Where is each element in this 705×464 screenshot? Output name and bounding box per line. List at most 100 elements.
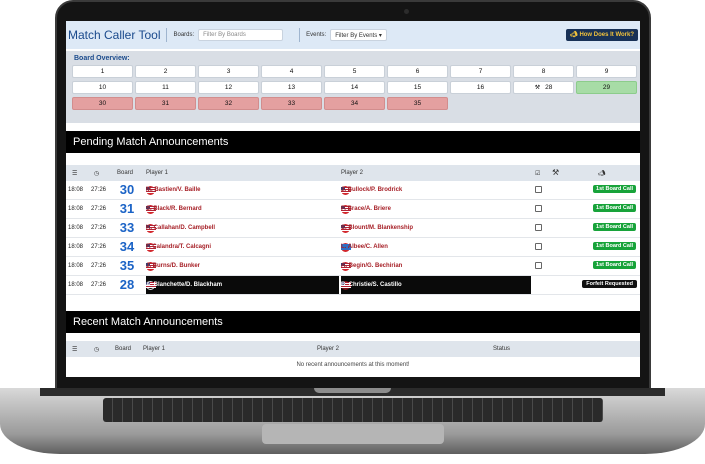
- player1-cell: ✕S. Black/R. Bernard: [146, 200, 339, 218]
- board-number: 5: [352, 68, 357, 75]
- board-cell[interactable]: 34: [324, 97, 385, 110]
- time-cell: 18:08: [68, 244, 84, 250]
- board-number: 9: [604, 68, 609, 75]
- clock-icon: ◷: [94, 347, 100, 353]
- board-cell[interactable]: 33: [261, 97, 322, 110]
- board-cell[interactable]: 1: [72, 65, 133, 78]
- player1-name[interactable]: S. Black/R. Bernard: [146, 206, 202, 212]
- laptop-mockup: Match Caller Tool Boards: Filter By Boar…: [0, 0, 705, 464]
- player1-name[interactable]: M. Bastien/V. Baille: [146, 187, 200, 193]
- hammer-icon: ⚒: [552, 168, 560, 177]
- trackpad: [262, 424, 444, 444]
- board-cell[interactable]: 7: [450, 65, 511, 78]
- board-number: 34: [119, 239, 135, 254]
- board-cell[interactable]: 4: [261, 65, 322, 78]
- board-cell[interactable]: 6: [387, 65, 448, 78]
- board-cell[interactable]: 11: [135, 81, 196, 94]
- player1-cell: ✕J. Burns/D. Bunker: [146, 257, 339, 275]
- empty-message: No recent announcements at this moment!: [296, 362, 410, 368]
- board-call-button[interactable]: 1st Board Call: [593, 261, 636, 269]
- board-number: 34: [350, 100, 359, 107]
- board-cell[interactable]: 29: [576, 81, 637, 94]
- board-overview: Board Overview: 1 2 3 4 5 6 7 8 9 10 11 12 13 14 15 16 ⚒…: [66, 51, 640, 123]
- board-number: 4: [289, 68, 294, 75]
- player2-name[interactable]: B. Christie/S. Castillo: [341, 282, 402, 288]
- board-number: 10: [98, 84, 107, 91]
- board-cell[interactable]: 35: [387, 97, 448, 110]
- board-cell[interactable]: 2: [135, 65, 196, 78]
- camera: [404, 9, 409, 14]
- board-number: 13: [287, 84, 296, 91]
- player2-name[interactable]: S. Blount/M. Blankenship: [341, 225, 413, 231]
- player2-name[interactable]: J. Bullock/P. Brodrick: [341, 187, 402, 193]
- col-player2: Player 2: [317, 346, 340, 352]
- board-cell[interactable]: 3: [198, 65, 259, 78]
- events-filter-dropdown[interactable]: Filter By Events ▾: [330, 29, 387, 41]
- keyboard: [103, 398, 603, 422]
- player2-name[interactable]: P. Brace/A. Briere: [341, 206, 391, 212]
- board-cell[interactable]: 30: [72, 97, 133, 110]
- select-checkbox[interactable]: [535, 205, 542, 212]
- time-cell: 18:08: [68, 187, 84, 193]
- board-number: 1: [100, 68, 105, 75]
- board-number: 16: [476, 84, 485, 91]
- board-number: 32: [224, 100, 233, 107]
- table-row: 18:08 27:26 33 ✕K. Callahan/D. Campbell✕S. …: [66, 219, 640, 238]
- player1-name[interactable]: F. Calandra/T. Calcagni: [146, 244, 211, 250]
- board-cell[interactable]: 13: [261, 81, 322, 94]
- select-checkbox[interactable]: [535, 262, 542, 269]
- player1-cell: ✓A. Blanchette/D. Blackham: [146, 276, 339, 294]
- board-number: 30: [98, 100, 107, 107]
- board-call-button[interactable]: 1st Board Call: [593, 223, 636, 231]
- board-number: 29: [602, 84, 611, 91]
- user-icon: ☰: [72, 171, 78, 177]
- board-number: 31: [119, 201, 135, 216]
- table-row: 18:08 27:26 34 ✕F. Calandra/T. Calcagni✕L. …: [66, 238, 640, 257]
- player2-cell: ✕A. Begin/G. Bechirian: [341, 257, 531, 275]
- player1-name[interactable]: K. Callahan/D. Campbell: [146, 225, 215, 231]
- player2-name[interactable]: A. Begin/G. Bechirian: [341, 263, 402, 269]
- board-grid: 1 2 3 4 5 6 7 8 9 10 11 12 13 14 15 16 ⚒ 28 29 30 31 32 33 34 35: [72, 65, 637, 110]
- table-row: 18:08 27:26 35 ✕J. Burns/D. Bunker✕A. Begin…: [66, 257, 640, 276]
- time-cell: 18:08: [68, 282, 84, 288]
- forfeit-requested-badge[interactable]: Forfeit Requested: [582, 280, 637, 288]
- select-checkbox[interactable]: [535, 243, 542, 250]
- board-number: 28: [545, 84, 553, 91]
- board-cell[interactable]: 9: [576, 65, 637, 78]
- elapsed-cell: 27:26: [91, 187, 107, 193]
- select-checkbox[interactable]: [535, 224, 542, 231]
- player1-name[interactable]: J. Burns/D. Bunker: [146, 263, 200, 269]
- board-cell[interactable]: 10: [72, 81, 133, 94]
- player2-cell: ✕J. Bullock/P. Brodrick: [341, 181, 531, 199]
- pending-rows: 18:08 27:26 30 ✕M. Bastien/V. Baille✕J. Bul…: [66, 181, 640, 295]
- player1-cell: ✕M. Bastien/V. Baille: [146, 181, 339, 199]
- board-cell[interactable]: 14: [324, 81, 385, 94]
- select-checkbox[interactable]: [535, 186, 542, 193]
- board-number: 11: [162, 84, 169, 91]
- board-number: 3: [226, 68, 231, 75]
- player1-name[interactable]: A. Blanchette/D. Blackham: [146, 282, 222, 288]
- user-icon: ☰: [72, 347, 78, 353]
- board-call-button[interactable]: 1st Board Call: [593, 242, 636, 250]
- boards-filter-input[interactable]: Filter By Boards: [198, 29, 284, 41]
- board-cell[interactable]: 16: [450, 81, 511, 94]
- col-board: Board: [117, 170, 134, 176]
- board-cell[interactable]: 15: [387, 81, 448, 94]
- board-call-button[interactable]: 1st Board Call: [593, 204, 636, 212]
- board-cell[interactable]: ⚒ 28: [513, 81, 574, 94]
- board-call-button[interactable]: 1st Board Call: [593, 185, 636, 193]
- board-number: 6: [415, 68, 420, 75]
- recent-table-header: ☰ ◷ Board Player 1 Player 2 Status: [66, 341, 640, 357]
- player2-name[interactable]: L. Albee/C. Allen: [341, 244, 388, 250]
- board-cell[interactable]: 8: [513, 65, 574, 78]
- board-number: 35: [119, 258, 135, 273]
- board-cell[interactable]: 5: [324, 65, 385, 78]
- divider: [299, 28, 301, 42]
- checkbox-icon: ☑: [535, 171, 541, 177]
- board-cell[interactable]: 32: [198, 97, 259, 110]
- elapsed-cell: 27:26: [91, 263, 107, 269]
- board-number: 7: [478, 68, 483, 75]
- how-it-works-button[interactable]: 📣︎ How Does It Work?: [566, 29, 638, 41]
- board-cell[interactable]: 31: [135, 97, 196, 110]
- board-cell[interactable]: 12: [198, 81, 259, 94]
